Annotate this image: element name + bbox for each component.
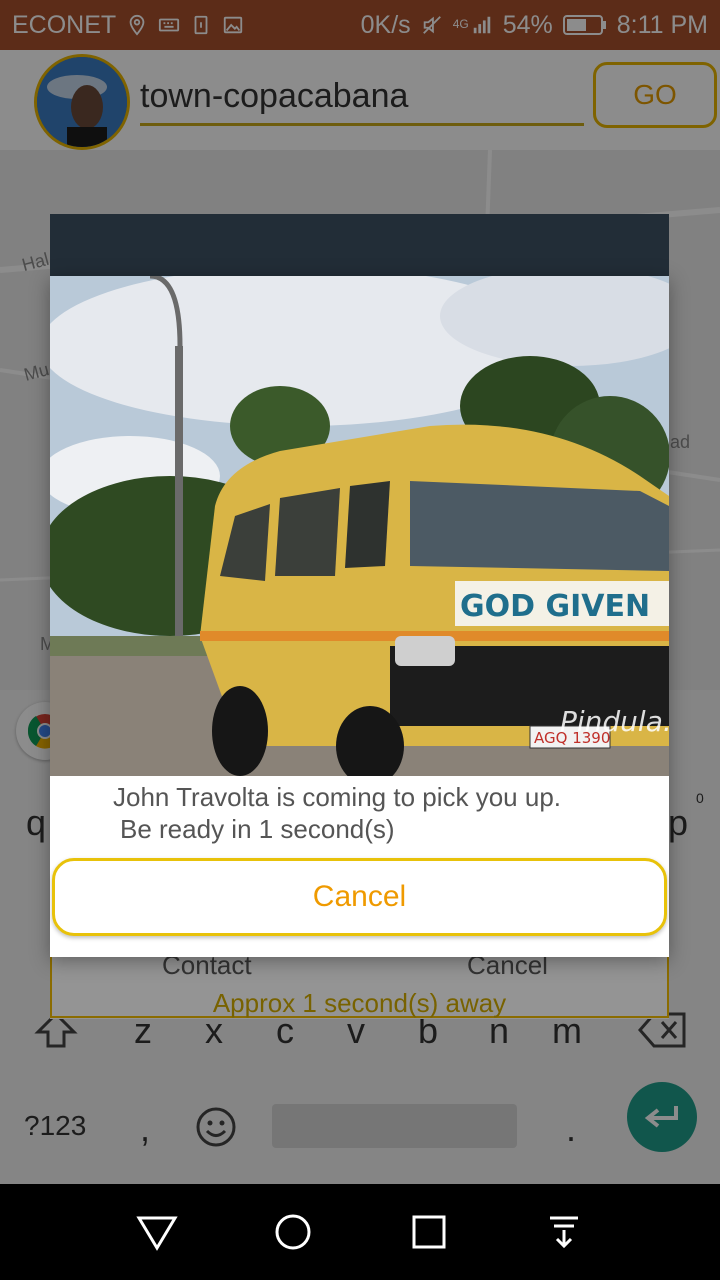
pull-down-icon xyxy=(550,1216,578,1249)
cancel-button[interactable]: Cancel xyxy=(52,858,667,936)
notifications-button[interactable] xyxy=(540,1208,588,1256)
watermark-text: Pindula.c xyxy=(560,705,669,738)
pickup-dialog: GOD GIVEN AGQ 1390 Pindula.c John Travol… xyxy=(50,276,669,957)
pickup-message: John Travolta is coming to pick you up. … xyxy=(50,781,669,845)
back-icon xyxy=(136,1216,178,1251)
home-icon xyxy=(275,1214,311,1250)
recents-icon xyxy=(412,1215,446,1249)
vehicle-photo: GOD GIVEN AGQ 1390 Pindula.c xyxy=(50,276,669,776)
message-line-2: Be ready in 1 second(s) xyxy=(120,814,395,844)
recents-button[interactable] xyxy=(405,1208,453,1256)
navigation-bar xyxy=(0,1184,720,1280)
home-button[interactable] xyxy=(269,1208,317,1256)
vehicle-text: GOD GIVEN xyxy=(460,589,650,624)
message-line-1: John Travolta is coming to pick you up. xyxy=(113,782,562,812)
back-button[interactable] xyxy=(133,1208,181,1256)
